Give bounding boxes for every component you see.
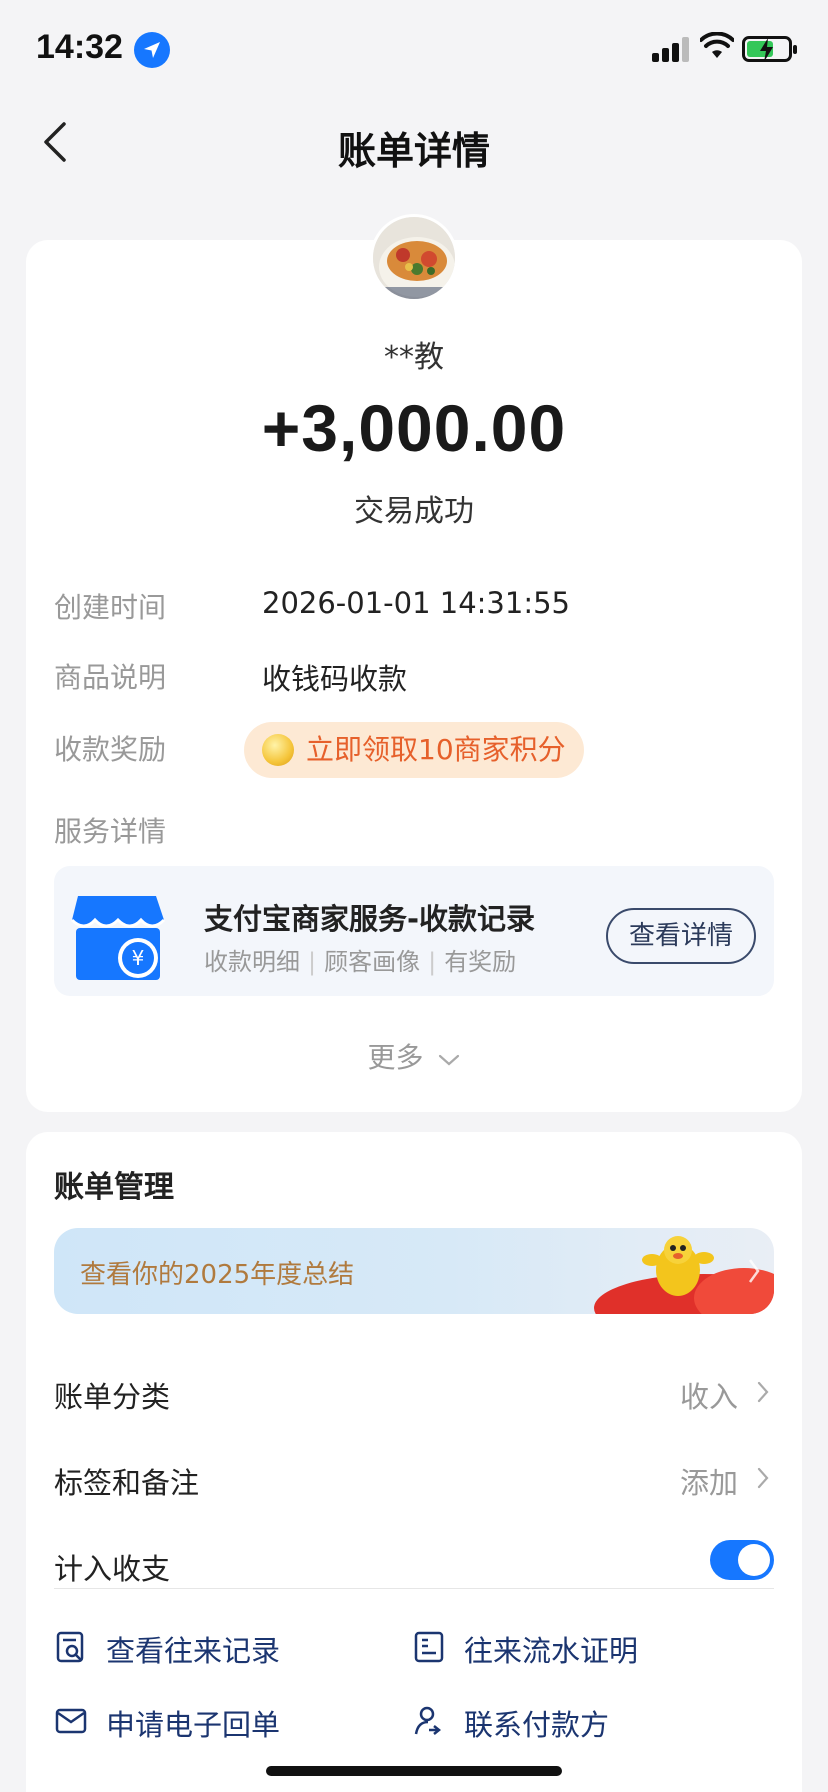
- transaction-status: 交易成功: [354, 494, 474, 529]
- location-arrow-icon: [134, 32, 170, 68]
- action-label: 往来流水证明: [464, 1634, 639, 1668]
- claim-points-label: 立即领取10商家积分: [306, 733, 566, 766]
- status-bar: 14:32: [0, 0, 828, 100]
- detail-label: 创建时间: [54, 591, 167, 624]
- count-in-ledger-toggle[interactable]: [710, 1540, 774, 1580]
- tags-notes-row[interactable]: 标签和备注 添加: [54, 1450, 774, 1510]
- detail-label: 服务详情: [54, 815, 167, 848]
- detail-label: 商品说明: [54, 661, 167, 694]
- more-toggle[interactable]: 更多: [26, 1036, 802, 1076]
- document-search-icon: [56, 1631, 84, 1663]
- annual-summary-banner[interactable]: 查看你的2025年度总结: [54, 1228, 774, 1314]
- page-title: 账单详情: [337, 129, 490, 173]
- wifi-icon: [700, 32, 734, 58]
- divider: [54, 1588, 774, 1589]
- bill-detail-card: **教 +3,000.00 交易成功 创建时间 2026-01-01 14:31…: [26, 214, 802, 1112]
- service-tags: 收款明细 | 顾客画像 | 有奖励: [204, 948, 517, 976]
- home-indicator[interactable]: [266, 1766, 562, 1776]
- shop-icon: ¥: [70, 896, 166, 980]
- row-label: 账单分类: [54, 1380, 171, 1414]
- count-in-ledger-row: 计入收支: [54, 1536, 774, 1596]
- detail-value: 2026-01-01 14:31:55: [262, 586, 570, 620]
- bill-management-card: 账单管理 查看你的2025年度总结 账单分类 收入 标签和备注 添加 计入收支: [26, 1132, 802, 1792]
- detail-label: 收款奖励: [54, 733, 167, 766]
- section-title: 账单管理: [54, 1170, 174, 1205]
- payer-avatar: [370, 214, 458, 302]
- service-tag: 收款明细: [204, 948, 300, 976]
- chevron-down-icon: [439, 1054, 460, 1066]
- mascot-illustration: [594, 1236, 774, 1314]
- chevron-right-icon: [757, 1467, 769, 1489]
- row-label: 计入收支: [54, 1552, 171, 1586]
- detail-value: 收钱码收款: [262, 662, 408, 696]
- action-label: 查看往来记录: [106, 1634, 281, 1668]
- nav-bar: 账单详情: [0, 100, 828, 190]
- row-value: 添加: [679, 1466, 738, 1500]
- status-time: 14:32: [36, 28, 123, 66]
- banner-text: 查看你的2025年度总结: [80, 1260, 355, 1290]
- action-label: 联系付款方: [464, 1708, 610, 1742]
- service-tag: 顾客画像: [324, 948, 421, 976]
- action-label: 申请电子回单: [106, 1708, 281, 1742]
- row-value: 收入: [679, 1380, 738, 1414]
- coin-icon: [262, 734, 294, 766]
- svg-text:¥: ¥: [132, 946, 145, 970]
- more-label: 更多: [367, 1041, 424, 1074]
- document-icon: [414, 1631, 444, 1663]
- cellular-signal-icon: [652, 36, 692, 62]
- merchant-service-card[interactable]: ¥ 支付宝商家服务-收款记录 收款明细 | 顾客画像 | 有奖励 查看详情: [54, 866, 774, 996]
- transaction-amount: +3,000.00: [261, 391, 567, 465]
- service-title: 支付宝商家服务-收款记录: [204, 902, 536, 936]
- payer-name: **教: [384, 340, 444, 375]
- contact-person-icon: [414, 1706, 442, 1735]
- claim-points-button[interactable]: 立即领取10商家积分: [244, 722, 584, 778]
- service-tag: 有奖励: [444, 948, 517, 976]
- battery-icon: [742, 36, 797, 62]
- view-details-button[interactable]: 查看详情: [606, 908, 756, 964]
- mail-icon: [55, 1708, 87, 1734]
- bill-category-row[interactable]: 账单分类 收入: [54, 1364, 774, 1424]
- row-label: 标签和备注: [54, 1466, 200, 1500]
- chevron-right-icon: [757, 1381, 769, 1403]
